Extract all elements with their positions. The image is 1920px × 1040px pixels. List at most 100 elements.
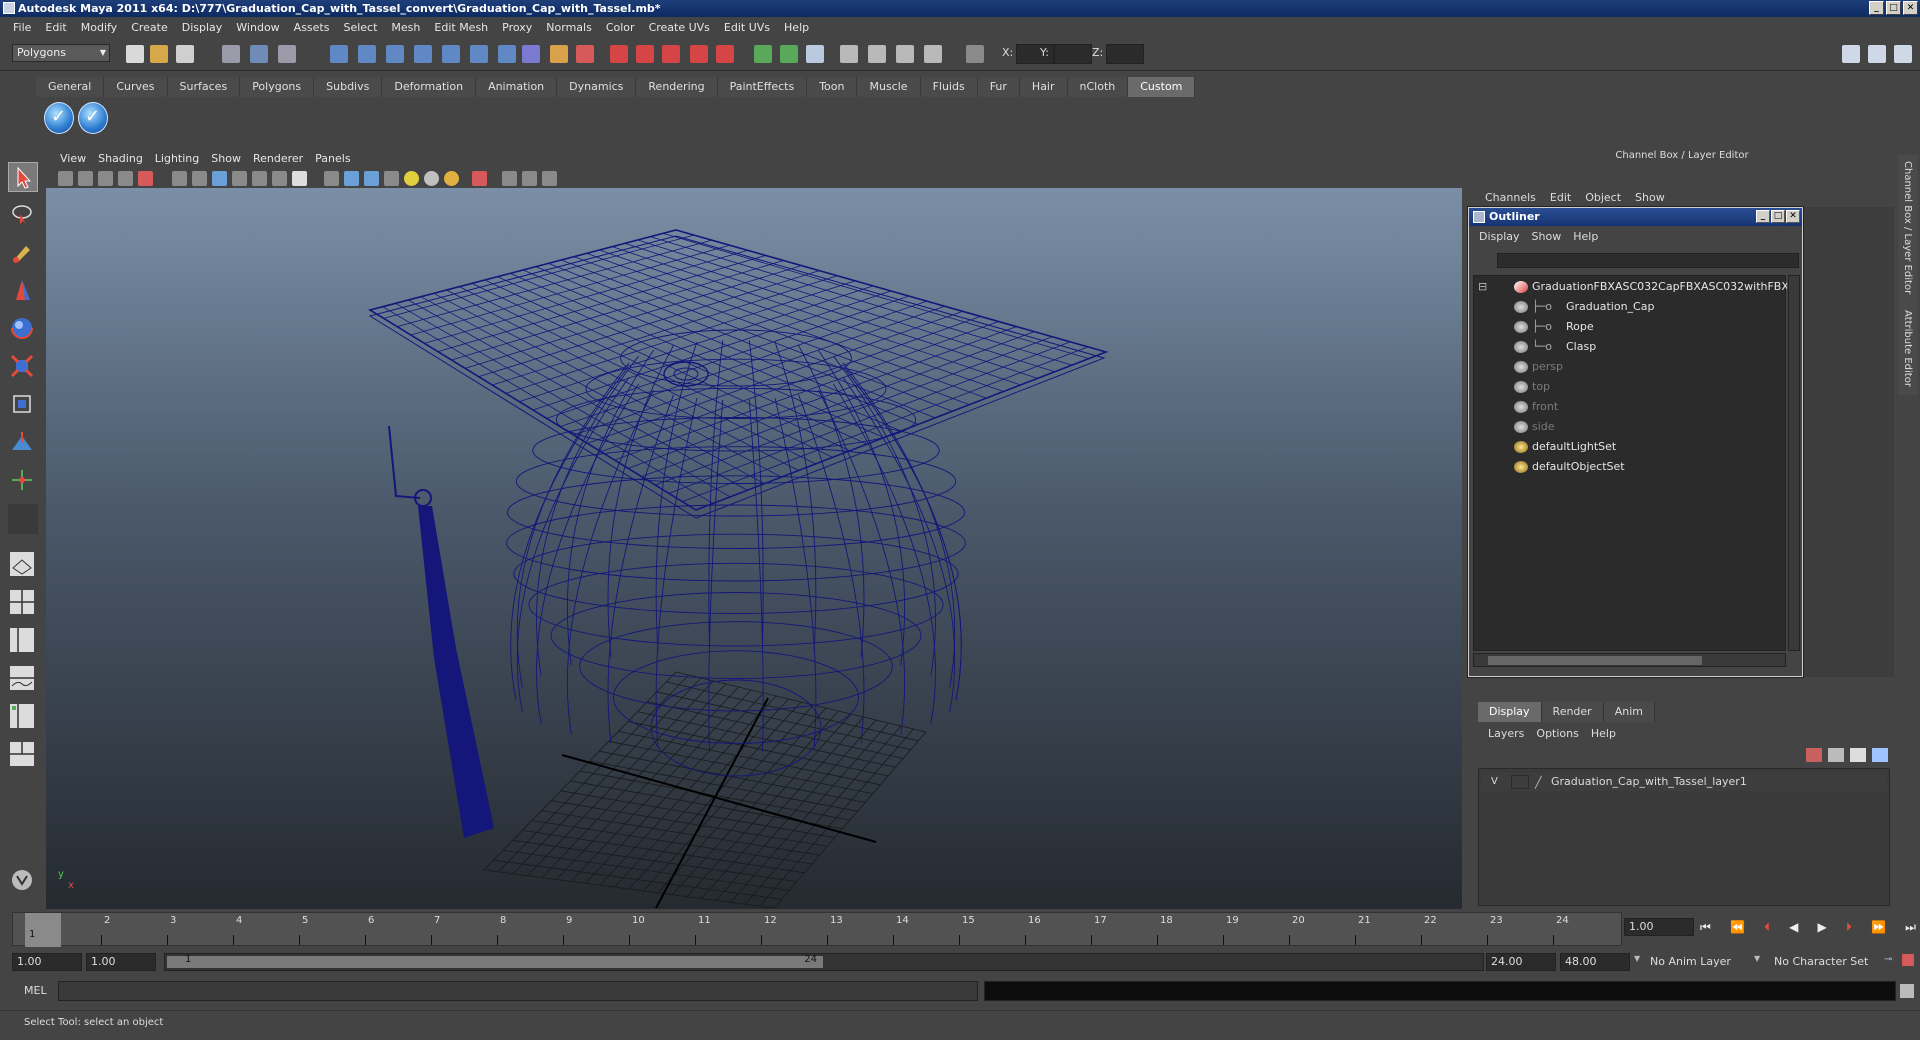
shelf-tab-subdivs[interactable]: Subdivs bbox=[314, 77, 383, 97]
grid-toggle-icon[interactable] bbox=[172, 171, 187, 186]
animation-start-field[interactable]: 1.00 bbox=[12, 953, 82, 971]
hypershade-icon[interactable] bbox=[690, 45, 708, 63]
input-ops-icon[interactable] bbox=[576, 45, 594, 63]
shelf-tab-curves[interactable]: Curves bbox=[104, 77, 168, 97]
snap-point-icon[interactable] bbox=[386, 45, 404, 63]
toggle-layout-icon[interactable] bbox=[780, 45, 798, 63]
animation-preferences-icon[interactable] bbox=[1902, 954, 1914, 966]
menu-help[interactable]: Help bbox=[777, 21, 816, 34]
camera-attributes-icon[interactable] bbox=[78, 171, 93, 186]
modeling-toolkit-icon[interactable] bbox=[896, 45, 914, 63]
outliner-maximize-button[interactable]: □ bbox=[1771, 210, 1785, 223]
shelf-tab-toon[interactable]: Toon bbox=[807, 77, 858, 97]
object-menu[interactable]: Object bbox=[1578, 191, 1628, 204]
scale-tool-icon[interactable] bbox=[8, 352, 38, 382]
layer-tab-render[interactable]: Render bbox=[1541, 702, 1604, 722]
paint-select-tool-icon[interactable] bbox=[8, 238, 38, 268]
range-slider-thumb[interactable]: 1 24 bbox=[167, 954, 823, 968]
layer-tab-anim[interactable]: Anim bbox=[1603, 702, 1655, 722]
image-plane-icon[interactable] bbox=[118, 171, 133, 186]
layer-visibility-toggle[interactable]: V bbox=[1491, 773, 1498, 791]
viewport-menu-view[interactable]: View bbox=[54, 152, 92, 165]
menu-create[interactable]: Create bbox=[124, 21, 175, 34]
chevron-down-icon[interactable]: ▼ bbox=[1754, 954, 1760, 963]
menu-edit-uvs[interactable]: Edit UVs bbox=[717, 21, 777, 34]
mel-label[interactable]: MEL bbox=[24, 984, 47, 997]
textured-icon[interactable] bbox=[384, 171, 399, 186]
menu-assets[interactable]: Assets bbox=[287, 21, 337, 34]
all-lights-icon[interactable] bbox=[444, 171, 459, 186]
new-scene-icon[interactable] bbox=[126, 45, 144, 63]
last-tool-icon[interactable] bbox=[8, 466, 38, 496]
hypershade-persp-layout-icon[interactable] bbox=[8, 702, 38, 732]
shelf-tab-ncloth[interactable]: nCloth bbox=[1067, 77, 1129, 97]
quick-layout-icon[interactable] bbox=[8, 866, 38, 896]
select-tool-icon[interactable] bbox=[8, 162, 38, 192]
rotate-tool-icon[interactable] bbox=[8, 314, 38, 344]
empty-tool-slot[interactable] bbox=[8, 504, 38, 534]
xray-icon[interactable] bbox=[502, 171, 517, 186]
help-icon[interactable] bbox=[522, 45, 540, 63]
layer-playback-toggle[interactable] bbox=[1511, 775, 1529, 789]
move-tool-icon[interactable] bbox=[8, 276, 38, 306]
make-live-icon[interactable] bbox=[442, 45, 460, 63]
select-camera-icon[interactable] bbox=[58, 171, 73, 186]
outliner-item-persp[interactable]: persp bbox=[1474, 358, 1787, 376]
viewport-menu-renderer[interactable]: Renderer bbox=[247, 152, 309, 165]
chevron-down-icon[interactable]: ▼ bbox=[1634, 954, 1640, 963]
outliner-filter-input[interactable] bbox=[1497, 253, 1799, 268]
render-view-icon[interactable] bbox=[716, 45, 734, 63]
close-button[interactable]: ✕ bbox=[1903, 1, 1918, 15]
step-forward-key-icon[interactable]: ⏵ bbox=[1846, 920, 1852, 935]
persp-graph-layout-icon[interactable] bbox=[8, 664, 38, 694]
outliner-item-default-object-set[interactable]: defaultObjectSet bbox=[1474, 458, 1787, 476]
playback-end-field[interactable]: 24.00 bbox=[1486, 953, 1556, 971]
time-slider[interactable]: 123456789101112131415161718192021222324 … bbox=[12, 912, 1622, 947]
show-tool-settings-icon[interactable] bbox=[1894, 45, 1912, 63]
single-perspective-layout-icon[interactable] bbox=[8, 550, 38, 580]
outliner-item-clasp[interactable]: └─o Clasp bbox=[1474, 338, 1787, 356]
shelf-tab-muscle[interactable]: Muscle bbox=[857, 77, 921, 97]
safe-action-icon[interactable] bbox=[272, 171, 287, 186]
range-slider[interactable]: 1 24 bbox=[164, 953, 1484, 971]
outliner-minimize-button[interactable]: _ bbox=[1756, 210, 1770, 223]
snap-to-magnet-icon[interactable] bbox=[498, 45, 516, 63]
layer-color-icon[interactable]: ╱ bbox=[1535, 774, 1542, 792]
menu-file[interactable]: File bbox=[6, 21, 38, 34]
animation-end-field[interactable]: 48.00 bbox=[1560, 953, 1630, 971]
outliner-item-side[interactable]: side bbox=[1474, 418, 1787, 436]
snap-curve-icon[interactable] bbox=[358, 45, 376, 63]
channels-menu[interactable]: Channels bbox=[1478, 191, 1543, 204]
history-icon[interactable] bbox=[470, 45, 488, 63]
field-chart-icon[interactable] bbox=[252, 171, 267, 186]
transform-input-icon[interactable] bbox=[966, 45, 984, 63]
anim-layer-dropdown[interactable]: No Anim Layer bbox=[1650, 953, 1750, 971]
z-input[interactable] bbox=[1106, 44, 1144, 64]
xray-components-icon[interactable] bbox=[542, 171, 557, 186]
resolution-gate-icon[interactable] bbox=[212, 171, 227, 186]
perspective-viewport[interactable]: y x bbox=[46, 188, 1462, 909]
tool-settings-icon[interactable] bbox=[868, 45, 886, 63]
outliner-title-bar[interactable]: Outliner _ □ ✕ bbox=[1469, 208, 1802, 226]
show-channel-box-icon[interactable] bbox=[1842, 45, 1860, 63]
outliner-close-button[interactable]: ✕ bbox=[1786, 210, 1800, 223]
shelf-tab-animation[interactable]: Animation bbox=[476, 77, 558, 97]
layout-more-icon[interactable] bbox=[8, 778, 38, 796]
select-hierarchy-icon[interactable] bbox=[222, 45, 240, 63]
outliner-vertical-scrollbar[interactable] bbox=[1788, 275, 1800, 651]
menu-set-dropdown[interactable]: Polygons ▼ bbox=[12, 44, 110, 62]
ipr-render-icon[interactable] bbox=[636, 45, 654, 63]
move-layer-down-icon[interactable] bbox=[1828, 748, 1844, 762]
layers-help-menu[interactable]: Help bbox=[1585, 727, 1622, 740]
mel-command-input[interactable] bbox=[58, 981, 978, 1001]
menu-modify[interactable]: Modify bbox=[74, 21, 124, 34]
current-time-field[interactable]: 1.00 bbox=[1624, 918, 1694, 936]
auto-key-icon[interactable]: ⊸ bbox=[1884, 954, 1892, 965]
outliner-menu-show[interactable]: Show bbox=[1526, 230, 1568, 243]
menu-display[interactable]: Display bbox=[175, 21, 230, 34]
menu-normals[interactable]: Normals bbox=[539, 21, 599, 34]
xray-joints-icon[interactable] bbox=[522, 171, 537, 186]
lock-icon[interactable] bbox=[550, 45, 568, 63]
outliner-menu-help[interactable]: Help bbox=[1567, 230, 1604, 243]
select-component-icon[interactable] bbox=[278, 45, 296, 63]
